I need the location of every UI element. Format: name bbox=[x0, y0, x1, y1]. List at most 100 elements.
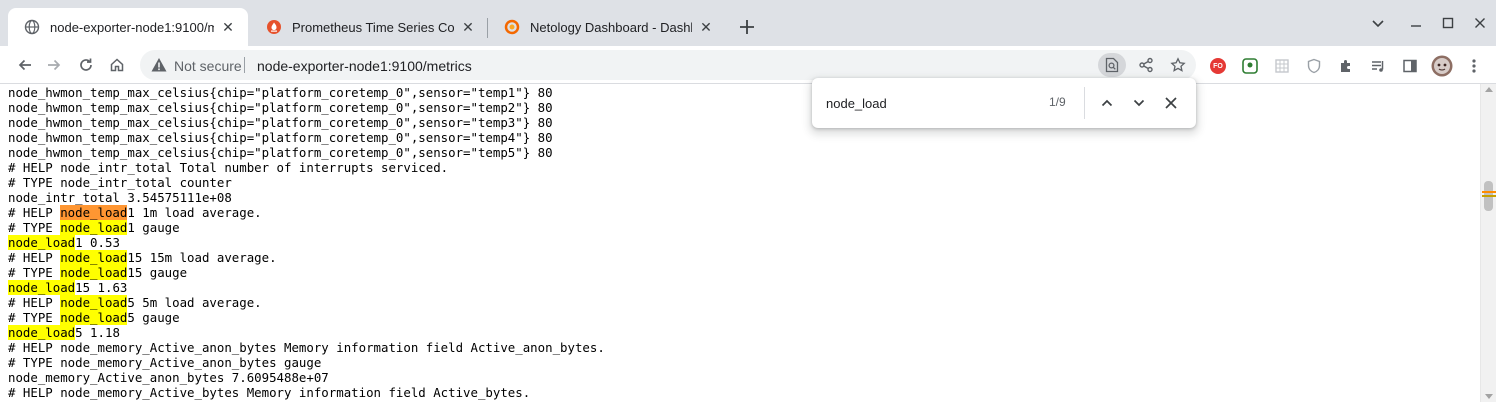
tab-search-icon[interactable] bbox=[1366, 12, 1390, 34]
metrics-line: # HELP node_intr_total Total number of i… bbox=[8, 160, 448, 175]
media-controls-icon[interactable] bbox=[1367, 55, 1389, 77]
metrics-text: 1 1m load average. bbox=[127, 205, 262, 220]
metrics-text: 15 15m load average. bbox=[127, 250, 277, 265]
warning-icon[interactable] bbox=[150, 56, 168, 74]
metrics-line: node_intr_total 3.54575111e+08 bbox=[8, 190, 232, 205]
metrics-line: # TYPE node_intr_total counter bbox=[8, 175, 232, 190]
metrics-text: node_hwmon_temp_max_celsius{chip="platfo… bbox=[8, 100, 553, 115]
metrics-text: node_intr_total 3.54575111e+08 bbox=[8, 190, 232, 205]
find-match-highlight: node_load bbox=[60, 250, 128, 265]
forward-icon[interactable] bbox=[40, 51, 68, 79]
menu-kebab-icon[interactable] bbox=[1463, 55, 1485, 77]
tab-title: Netology Dashboard - Dashbo bbox=[530, 19, 692, 35]
metrics-text: # TYPE bbox=[8, 220, 61, 235]
metrics-line: node_load15 1.63 bbox=[8, 280, 127, 295]
bookmark-star-icon[interactable] bbox=[1166, 53, 1190, 77]
metrics-text: # HELP bbox=[8, 295, 61, 310]
find-next-icon[interactable] bbox=[1127, 91, 1151, 115]
find-active-match-highlight: node_load bbox=[60, 205, 128, 220]
metrics-text: 5 gauge bbox=[127, 310, 180, 325]
metrics-line: # TYPE node_load5 gauge bbox=[8, 310, 180, 325]
metrics-line: # HELP node_load5 5m load average. bbox=[8, 295, 262, 310]
tab-title: Prometheus Time Series Colle bbox=[292, 19, 454, 35]
find-in-page-icon[interactable] bbox=[1098, 53, 1126, 77]
metrics-line: node_hwmon_temp_max_celsius{chip="platfo… bbox=[8, 115, 553, 130]
tab-prometheus[interactable]: Prometheus Time Series Colle ✕ bbox=[250, 8, 488, 46]
metrics-line: # TYPE node_load15 gauge bbox=[8, 265, 187, 280]
vertical-scrollbar[interactable] bbox=[1480, 84, 1496, 402]
metrics-text: 15 gauge bbox=[127, 265, 188, 280]
find-match-tick bbox=[1482, 191, 1496, 193]
find-previous-icon[interactable] bbox=[1095, 91, 1119, 115]
metrics-page-content: node_hwmon_temp_max_celsius{chip="platfo… bbox=[0, 84, 1480, 402]
find-match-highlight: node_load bbox=[60, 295, 128, 310]
reload-icon[interactable] bbox=[72, 51, 100, 79]
metrics-text: # HELP bbox=[8, 250, 61, 265]
find-match-highlight: node_load bbox=[8, 235, 76, 250]
scroll-down-arrow-icon[interactable] bbox=[1485, 394, 1493, 399]
maximize-icon[interactable] bbox=[1436, 12, 1460, 34]
find-divider bbox=[1084, 87, 1085, 119]
extension-fo-label: FO bbox=[1213, 62, 1223, 70]
tab-close-icon[interactable]: ✕ bbox=[698, 19, 714, 35]
tab-title: node-exporter-node1:9100/me bbox=[50, 19, 214, 35]
side-panel-icon[interactable] bbox=[1399, 55, 1421, 77]
metrics-line: node_load1 0.53 bbox=[8, 235, 120, 250]
metrics-text: 15 1.63 bbox=[75, 280, 128, 295]
browser-toolbar: Not secure node-exporter-node1:9100/metr… bbox=[0, 46, 1496, 84]
metrics-text: 1 gauge bbox=[127, 220, 180, 235]
metrics-text: 5 5m load average. bbox=[127, 295, 262, 310]
extension-evernote-icon[interactable] bbox=[1239, 55, 1261, 77]
tab-close-icon[interactable]: ✕ bbox=[460, 19, 476, 35]
find-match-highlight: node_load bbox=[8, 325, 76, 340]
extension-shield-icon[interactable] bbox=[1303, 55, 1325, 77]
not-secure-label[interactable]: Not secure bbox=[174, 58, 242, 74]
metrics-line: # TYPE node_memory_Active_anon_bytes gau… bbox=[8, 355, 321, 370]
back-icon[interactable] bbox=[11, 51, 39, 79]
metrics-line: node_memory_Active_anon_bytes 7.6095488e… bbox=[8, 370, 329, 385]
find-match-highlight: node_load bbox=[60, 220, 128, 235]
metrics-text: 1 0.53 bbox=[75, 235, 120, 250]
find-input[interactable] bbox=[826, 93, 1026, 113]
share-icon[interactable] bbox=[1134, 53, 1158, 77]
metrics-text: node_hwmon_temp_max_celsius{chip="platfo… bbox=[8, 115, 553, 130]
metrics-text: # TYPE node_intr_total counter bbox=[8, 175, 232, 190]
tab-grafana[interactable]: Netology Dashboard - Dashbo ✕ bbox=[488, 8, 726, 46]
tab-close-icon[interactable]: ✕ bbox=[220, 19, 236, 35]
metrics-text: # HELP node_memory_Active_bytes Memory i… bbox=[8, 385, 531, 400]
profile-avatar[interactable] bbox=[1431, 55, 1453, 77]
metrics-text: # HELP node_memory_Active_anon_bytes Mem… bbox=[8, 340, 605, 355]
scroll-up-arrow-icon[interactable] bbox=[1485, 87, 1493, 92]
find-match-highlight: node_load bbox=[60, 310, 128, 325]
metrics-text: # HELP node_intr_total Total number of i… bbox=[8, 160, 449, 175]
prometheus-icon bbox=[266, 19, 282, 35]
find-bar: 1/9 bbox=[812, 78, 1196, 128]
address-bar[interactable]: Not secure node-exporter-node1:9100/metr… bbox=[140, 50, 1196, 80]
metrics-text: # HELP bbox=[8, 205, 61, 220]
metrics-text: node_memory_Active_anon_bytes 7.6095488e… bbox=[8, 370, 329, 385]
grafana-icon bbox=[504, 19, 520, 35]
extensions-puzzle-icon[interactable] bbox=[1335, 55, 1357, 77]
tab-strip: node-exporter-node1:9100/me ✕ Prometheus… bbox=[0, 0, 1496, 46]
metrics-line: # HELP node_load15 15m load average. bbox=[8, 250, 277, 265]
extension-grid-icon[interactable] bbox=[1271, 55, 1293, 77]
metrics-text: 5 1.18 bbox=[75, 325, 120, 340]
address-divider bbox=[244, 57, 245, 73]
find-match-highlight: node_load bbox=[60, 265, 128, 280]
metrics-text: node_hwmon_temp_max_celsius{chip="platfo… bbox=[8, 130, 553, 145]
metrics-line: # HELP node_memory_Active_anon_bytes Mem… bbox=[8, 340, 605, 355]
find-close-icon[interactable] bbox=[1159, 91, 1183, 115]
metrics-text: node_hwmon_temp_max_celsius{chip="platfo… bbox=[8, 145, 553, 160]
home-icon[interactable] bbox=[103, 51, 131, 79]
metrics-line: # HELP node_memory_Active_bytes Memory i… bbox=[8, 385, 530, 400]
find-match-tick bbox=[1482, 195, 1496, 197]
tab-node-exporter[interactable]: node-exporter-node1:9100/me ✕ bbox=[8, 8, 248, 46]
new-tab-icon[interactable] bbox=[736, 16, 758, 38]
minimize-icon[interactable] bbox=[1404, 12, 1428, 34]
close-window-icon[interactable] bbox=[1468, 12, 1492, 34]
metrics-text: # TYPE bbox=[8, 265, 61, 280]
metrics-text: # TYPE node_memory_Active_anon_bytes gau… bbox=[8, 355, 322, 370]
metrics-text: node_hwmon_temp_max_celsius{chip="platfo… bbox=[8, 85, 553, 100]
metrics-line: node_hwmon_temp_max_celsius{chip="platfo… bbox=[8, 100, 553, 115]
url-text[interactable]: node-exporter-node1:9100/metrics bbox=[257, 58, 472, 74]
